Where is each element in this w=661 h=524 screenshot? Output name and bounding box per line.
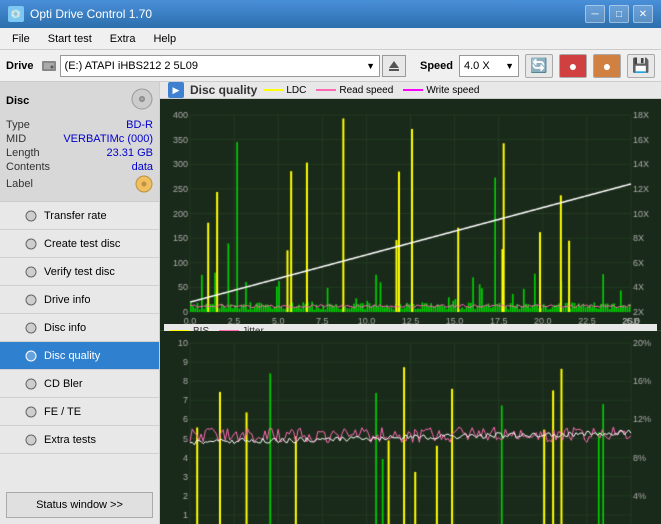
nav-item-drive-info[interactable]: Drive info	[0, 286, 159, 314]
disc-quality-title: Disc quality	[190, 83, 257, 97]
nav-icon-0	[24, 209, 38, 223]
disc-image-icon	[131, 88, 153, 113]
disc-panel-title: Disc	[6, 95, 29, 107]
nav-icon-4	[24, 321, 38, 335]
legend-write-speed: Write speed	[403, 85, 479, 96]
length-row: Length 23.31 GB	[6, 147, 153, 159]
nav-icon-5	[24, 349, 38, 363]
drive-icon	[40, 56, 58, 76]
maximize-button[interactable]: □	[609, 5, 629, 23]
nav-item-cd-bler[interactable]: CD Bler	[0, 370, 159, 398]
nav-item-create-test-disc[interactable]: Create test disc	[0, 230, 159, 258]
legend-read-speed: Read speed	[316, 85, 393, 96]
menu-bar: File Start test Extra Help	[0, 28, 661, 50]
close-button[interactable]: ✕	[633, 5, 653, 23]
nav-item-extra-tests[interactable]: Extra tests	[0, 426, 159, 454]
nav-item-disc-quality[interactable]: Disc quality	[0, 342, 159, 370]
disc-quality-header: ▶ Disc quality LDC Read speed Write spee…	[160, 82, 661, 99]
speed-chevron: ▼	[505, 61, 514, 71]
nav-icon-8	[24, 433, 38, 447]
mid-row: MID VERBATIMc (000)	[6, 133, 153, 145]
speed-select[interactable]: 4.0 X ▼	[459, 55, 519, 77]
charts-area: BIS Jitter	[160, 99, 661, 524]
label-row: Label	[6, 175, 153, 193]
speed-value: 4.0 X	[464, 60, 490, 72]
nav-list: Transfer rateCreate test discVerify test…	[0, 202, 159, 454]
disc-quality-icon: ▶	[168, 82, 184, 98]
title-bar: 💿 Opti Drive Control 1.70 ─ □ ✕	[0, 0, 661, 28]
main-area: Disc Type BD-R MID VERBATIMc (000) Lengt…	[0, 82, 661, 524]
speed-label: Speed	[420, 60, 453, 72]
chart-legend: LDC Read speed Write speed	[263, 85, 479, 96]
app-title: Opti Drive Control 1.70	[30, 7, 152, 21]
app-icon: 💿	[8, 6, 24, 22]
drive-bar: Drive (E:) ATAPI iHBS212 2 5L09 ▼ Speed …	[0, 50, 661, 82]
minimize-button[interactable]: ─	[585, 5, 605, 23]
nav-item-fe---te[interactable]: FE / TE	[0, 398, 159, 426]
menu-start-test[interactable]: Start test	[40, 31, 100, 47]
drive-label: Drive	[6, 60, 34, 72]
nav-icon-1	[24, 237, 38, 251]
legend-ldc: LDC	[263, 85, 306, 96]
menu-extra[interactable]: Extra	[102, 31, 144, 47]
sidebar: Disc Type BD-R MID VERBATIMc (000) Lengt…	[0, 82, 160, 524]
drive-select-chevron: ▼	[366, 61, 375, 71]
eject-button[interactable]	[382, 55, 406, 77]
disc-panel: Disc Type BD-R MID VERBATIMc (000) Lengt…	[0, 82, 159, 202]
nav-icon-3	[24, 293, 38, 307]
nav-icon-2	[24, 265, 38, 279]
nav-item-verify-test-disc[interactable]: Verify test disc	[0, 258, 159, 286]
bis-chart	[160, 331, 661, 524]
nav-item-transfer-rate[interactable]: Transfer rate	[0, 202, 159, 230]
status-window-button[interactable]: Status window >>	[6, 492, 153, 518]
type-row: Type BD-R	[6, 119, 153, 131]
drive-select[interactable]: (E:) ATAPI iHBS212 2 5L09 ▼	[60, 55, 380, 77]
orange-button[interactable]: ●	[593, 54, 621, 78]
drive-select-value: (E:) ATAPI iHBS212 2 5L09	[65, 60, 199, 72]
nav-item-disc-info[interactable]: Disc info	[0, 314, 159, 342]
label-icon	[135, 175, 153, 193]
nav-icon-7	[24, 405, 38, 419]
contents-row: Contents data	[6, 161, 153, 173]
menu-file[interactable]: File	[4, 31, 38, 47]
nav-icon-6	[24, 377, 38, 391]
refresh-button[interactable]: 🔄	[525, 54, 553, 78]
menu-help[interactable]: Help	[145, 31, 184, 47]
ldc-chart	[160, 99, 661, 330]
content-area: ▶ Disc quality LDC Read speed Write spee…	[160, 82, 661, 524]
save-button[interactable]: 💾	[627, 54, 655, 78]
red-button[interactable]: ●	[559, 54, 587, 78]
